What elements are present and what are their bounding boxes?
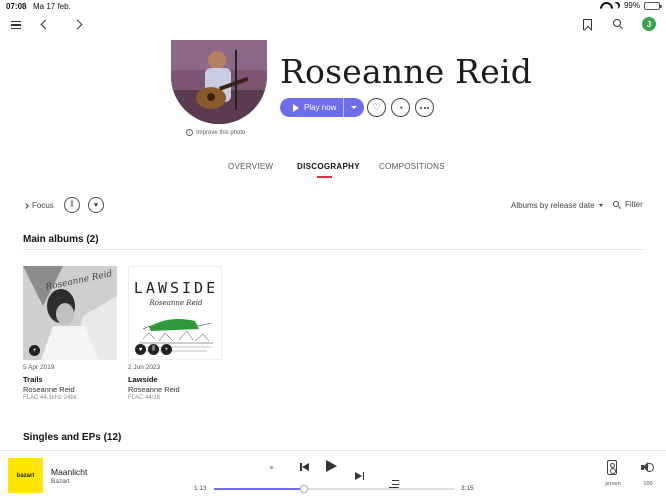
filter-button[interactable]: Filter (613, 200, 643, 209)
status-time: 07:08 (6, 2, 27, 11)
album-quality: FLAC 44.1kHz 24bit (23, 395, 77, 401)
add-icon[interactable]: + (161, 344, 172, 355)
album-card-lawside[interactable]: LAWSIDE Roseanne Reid ♥ ⫼ + 2 Jun 2023 L… (128, 266, 222, 401)
play-now-label: Play now (304, 103, 337, 112)
battery-icon (644, 1, 662, 10)
play-icon (293, 103, 299, 112)
album-quality: FLAC 44/16 (128, 395, 161, 401)
back-chevron-icon[interactable] (40, 19, 51, 30)
cover-actions: + (29, 345, 40, 356)
album-cover[interactable]: Roseanne Reid + (23, 266, 117, 360)
artist-name: Roseanne Reid (280, 52, 533, 91)
section-divider (23, 249, 644, 250)
library-icon: ⫼ (70, 201, 74, 208)
play-button-divider (343, 98, 344, 117)
improve-photo-label: Improve this photo (196, 129, 246, 136)
more-options-button[interactable] (415, 98, 434, 117)
radio-button[interactable]: ◔ (391, 98, 410, 117)
progress-fill (214, 488, 305, 490)
library-icon[interactable]: ⫼ (148, 344, 159, 355)
status-right: 99% (600, 1, 662, 10)
discography-filter-bar: Focus ⫼ ♥ Albums by release date Filter (0, 197, 666, 215)
radio-icon: ◔ (397, 102, 404, 113)
play-icon[interactable] (326, 460, 337, 472)
active-tab-indicator (317, 176, 332, 178)
previous-track-icon[interactable] (300, 462, 309, 471)
wifi-icon (600, 2, 609, 9)
shuffle-dot-icon[interactable] (270, 466, 273, 469)
current-time: 1:13 (194, 485, 207, 492)
improve-photo-link[interactable]: i Improve this photo (186, 129, 245, 136)
add-icon[interactable]: + (29, 345, 40, 356)
focus-toggle[interactable]: Focus (23, 201, 54, 210)
top-nav: J (0, 14, 666, 36)
speaker-device-icon[interactable] (607, 460, 617, 475)
cover-actions: ♥ ⫼ + (135, 344, 172, 355)
status-date: Ma 17 feb. (33, 2, 71, 11)
favorites-filter-button[interactable]: ♥ (88, 197, 104, 213)
info-icon: i (186, 129, 193, 136)
favorite-button[interactable]: ♡ (367, 98, 386, 117)
album-title[interactable]: Lawside (128, 375, 222, 384)
album-release-date: 2 Jun 2023 (128, 364, 161, 371)
main-albums-heading: Main albums (2) (23, 234, 99, 245)
sort-dropdown[interactable]: Albums by release date (511, 201, 603, 210)
sort-label: Albums by release date (511, 201, 595, 210)
forward-chevron-icon[interactable] (72, 19, 83, 30)
volume-icon[interactable] (641, 462, 655, 473)
album-artist[interactable]: Roseanne Reid (128, 385, 222, 394)
filter-label: Filter (625, 200, 643, 209)
album-artist[interactable]: Roseanne Reid (23, 385, 117, 394)
chevron-right-icon (23, 202, 29, 209)
battery-percent: 99% (623, 1, 640, 10)
heart-icon: ♥ (93, 201, 99, 209)
album-card-trails[interactable]: Roseanne Reid + 5 Apr 2019 Trails Rosean… (23, 266, 117, 401)
play-options-chevron-icon[interactable] (351, 106, 357, 109)
search-icon[interactable] (613, 19, 623, 30)
search-icon (613, 200, 621, 209)
volume-level: 100 (643, 481, 653, 487)
user-avatar[interactable]: J (642, 17, 656, 31)
menu-icon[interactable] (10, 19, 22, 31)
chevron-down-icon (598, 204, 603, 207)
play-now-button[interactable]: Play now (280, 98, 364, 117)
focus-label: Focus (32, 201, 54, 210)
now-playing-title[interactable]: Maanlicht (51, 467, 87, 477)
next-track-icon[interactable] (355, 471, 364, 480)
artist-photo-image (171, 40, 267, 124)
library-filter-button[interactable]: ⫼ (64, 197, 80, 213)
artist-photo (171, 40, 267, 124)
tab-compositions[interactable]: COMPOSITIONS (379, 162, 445, 171)
album-cover[interactable]: LAWSIDE Roseanne Reid ♥ ⫼ + (128, 266, 222, 360)
playback-progress-bar[interactable] (214, 485, 455, 493)
device-label: jeroen (605, 481, 621, 487)
now-playing-bar: bazart Maanlicht Bazart (0, 450, 666, 500)
heart-icon[interactable]: ♥ (135, 344, 146, 355)
now-playing-artwork[interactable]: bazart (8, 458, 43, 493)
artwork-label: bazart (16, 472, 35, 479)
more-icon (420, 106, 429, 109)
album-release-date: 5 Apr 2019 (23, 364, 55, 371)
now-playing-artist[interactable]: Bazart (51, 478, 70, 485)
heart-icon: ♡ (372, 102, 381, 112)
album-title[interactable]: Trails (23, 375, 117, 384)
play-now-main[interactable]: Play now (280, 98, 343, 117)
artist-tabs: OVERVIEW DISCOGRAPHY COMPOSITIONS (0, 162, 666, 182)
tab-discography[interactable]: DISCOGRAPHY (297, 162, 360, 171)
singles-heading: Singles and EPs (12) (23, 432, 122, 443)
status-bar: 07:08 Ma 17 feb. 99% (0, 0, 666, 12)
bookmark-icon[interactable] (583, 19, 592, 30)
tab-overview[interactable]: OVERVIEW (228, 162, 273, 171)
total-time: 3:15 (461, 485, 474, 492)
